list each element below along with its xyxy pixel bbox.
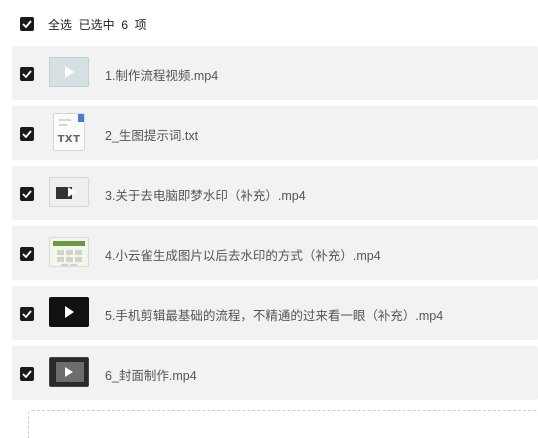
file-name: 4.小云雀生成图片以后去水印的方式（补充）.mp4 [105, 249, 381, 263]
play-icon [65, 367, 73, 377]
file-type-label: TXT [57, 134, 81, 145]
upload-dropzone[interactable] [28, 410, 538, 438]
file-name: 3.关于去电脑即梦水印（补充）.mp4 [105, 189, 306, 203]
checkmark-icon [22, 20, 32, 28]
selection-count-label: 全选 已选中 6 项 [48, 17, 147, 32]
checkmark-icon [22, 250, 32, 258]
checkmark-icon [22, 310, 32, 318]
file-checkbox[interactable] [20, 127, 34, 141]
file-list: 1.制作流程视频.mp4 TXT 2_生图提示词.txt 3.关于去电脑即梦水印… [12, 46, 538, 406]
select-all[interactable]: 全选 已选中 6 项 [20, 16, 147, 32]
txt-file-icon: TXT [53, 113, 85, 151]
file-name: 2_生图提示词.txt [105, 129, 199, 143]
video-thumbnail [49, 177, 89, 207]
file-row[interactable]: 1.制作流程视频.mp4 [12, 46, 538, 100]
text-lines-decoration [59, 119, 71, 129]
file-name: 5.手机剪辑最基础的流程，不精通的过来看一眼（补充）.mp4 [105, 309, 444, 323]
play-icon [68, 187, 76, 197]
thumbnail-content [53, 241, 85, 246]
file-row[interactable]: TXT 2_生图提示词.txt [12, 106, 538, 160]
select-all-checkbox[interactable] [20, 17, 34, 31]
file-checkbox[interactable] [20, 307, 34, 321]
checkmark-icon [22, 130, 32, 138]
file-checkbox[interactable] [20, 187, 34, 201]
play-icon [64, 306, 74, 318]
checkmark-icon [22, 370, 32, 378]
video-thumbnail [49, 357, 89, 387]
file-checkbox[interactable] [20, 247, 34, 261]
file-name: 1.制作流程视频.mp4 [105, 69, 219, 83]
file-row[interactable]: 6_封面制作.mp4 [12, 346, 538, 400]
file-name: 6_封面制作.mp4 [105, 369, 197, 383]
file-row[interactable]: 3.关于去电脑即梦水印（补充）.mp4 [12, 166, 538, 220]
checkmark-icon [22, 70, 32, 78]
file-row[interactable]: 5.手机剪辑最基础的流程，不精通的过来看一眼（补充）.mp4 [12, 286, 538, 340]
file-corner-mark [78, 114, 84, 122]
video-thumbnail [49, 297, 89, 327]
play-icon [64, 66, 74, 78]
file-checkbox[interactable] [20, 367, 34, 381]
checkmark-icon [22, 190, 32, 198]
file-row[interactable]: 4.小云雀生成图片以后去水印的方式（补充）.mp4 [12, 226, 538, 280]
video-thumbnail [49, 57, 89, 87]
video-thumbnail [49, 237, 89, 267]
file-checkbox[interactable] [20, 67, 34, 81]
